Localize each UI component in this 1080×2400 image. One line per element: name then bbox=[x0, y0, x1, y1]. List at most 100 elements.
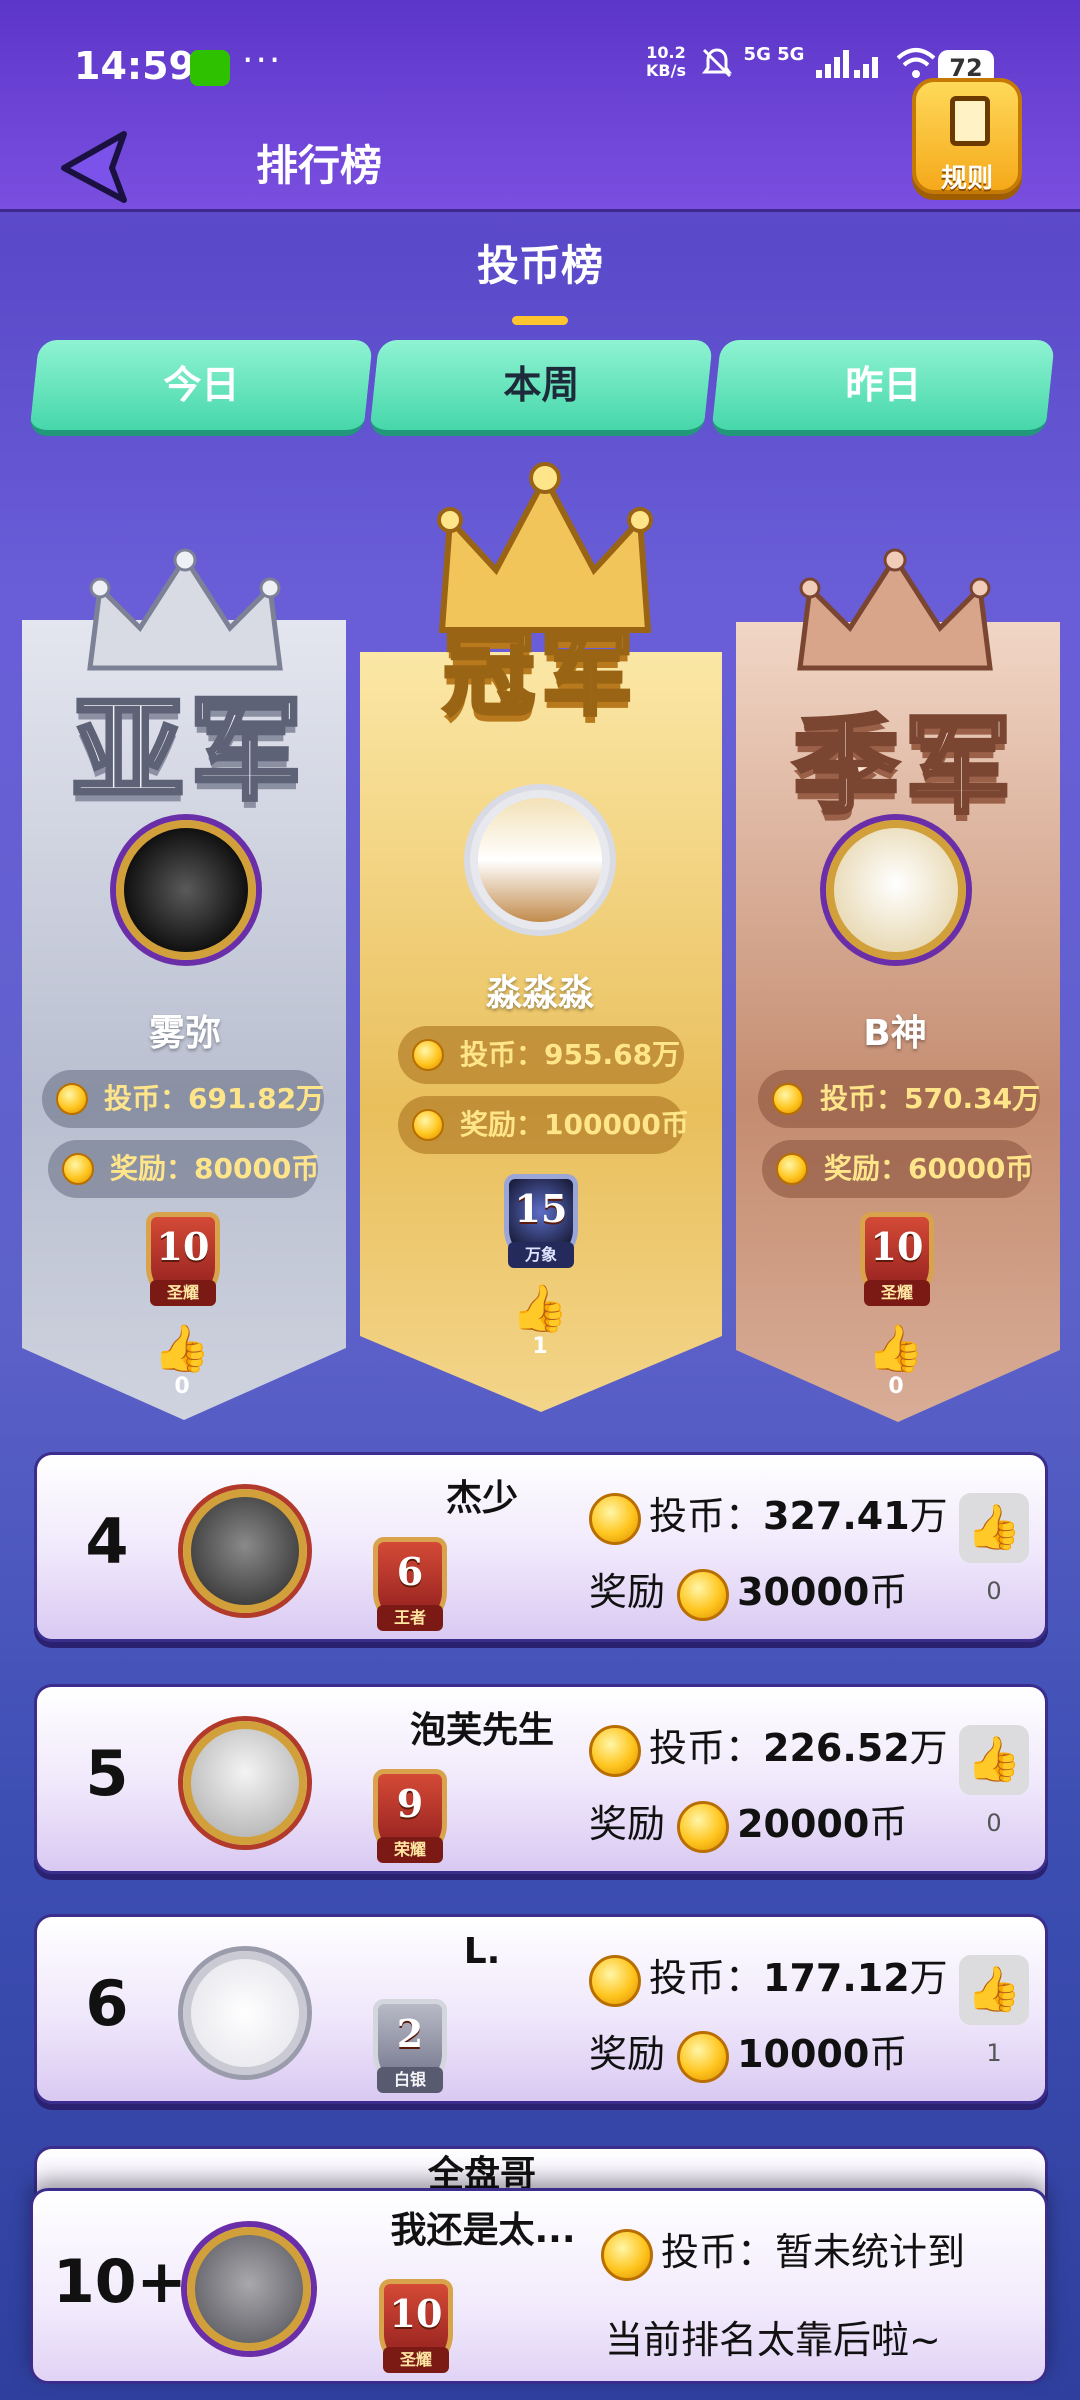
like-count: 0 bbox=[986, 1809, 1002, 1837]
coin-icon bbox=[589, 1724, 641, 1777]
thumbs-up-icon: 👍 bbox=[867, 1321, 925, 1375]
rules-document-icon bbox=[950, 96, 990, 146]
coin-icon bbox=[772, 1083, 804, 1115]
coin-icon bbox=[56, 1083, 88, 1115]
player-name-third: B神 bbox=[863, 1013, 927, 1054]
rules-button[interactable]: 规则 bbox=[912, 78, 1022, 194]
tab-this-week[interactable]: 本周 bbox=[368, 340, 714, 436]
like-button[interactable]: 👍 0 bbox=[959, 1725, 1029, 1837]
coins-line: 投币：177.12万 bbox=[589, 1947, 948, 2007]
like-count: 1 bbox=[532, 1334, 548, 1359]
avatar[interactable] bbox=[183, 1489, 307, 1613]
coins-label: 投币： bbox=[649, 1494, 764, 1538]
reward-label: 奖励 bbox=[589, 1570, 666, 1614]
level-badge-tier: 白银 bbox=[377, 2067, 443, 2093]
coin-icon bbox=[677, 1800, 730, 1853]
avatar-third[interactable] bbox=[826, 820, 966, 960]
my-level-badge: 10 圣耀 bbox=[361, 2273, 471, 2393]
rank-number: 5 bbox=[85, 1737, 129, 1810]
reward-pill-second: 奖励：80000币 bbox=[48, 1140, 320, 1198]
reward-pill-third: 奖励：60000币 bbox=[762, 1140, 1034, 1198]
thumbs-up-icon: 👍 bbox=[153, 1321, 211, 1375]
coins-value: 226.52 bbox=[763, 1726, 910, 1770]
coins-line: 投币：327.41万 bbox=[589, 1485, 948, 1545]
level-badge-second: 10 圣耀 bbox=[128, 1206, 238, 1326]
coins-value: 177.12 bbox=[763, 1956, 910, 2000]
coins-unit: 万 bbox=[909, 1726, 948, 1770]
back-arrow-icon[interactable] bbox=[54, 126, 134, 206]
thumbs-up-icon: 👍 bbox=[959, 1725, 1029, 1795]
tab-this-week-label: 本周 bbox=[503, 363, 580, 407]
level-badge: 9 荣耀 bbox=[355, 1763, 465, 1883]
reward-label: 奖励 bbox=[589, 2032, 666, 2076]
level-badge-tier: 圣耀 bbox=[864, 1280, 930, 1306]
rank-number: 4 bbox=[85, 1505, 129, 1578]
reward-text-second: 奖励：80000币 bbox=[110, 1152, 320, 1185]
reward-unit: 币 bbox=[869, 1802, 908, 1846]
player-name-second: 雾弥 bbox=[148, 1013, 221, 1054]
coin-icon bbox=[589, 1954, 641, 2007]
avatar[interactable] bbox=[183, 1951, 307, 2075]
like-button[interactable]: 👍 0 bbox=[959, 1493, 1029, 1605]
tab-today[interactable]: 今日 bbox=[28, 340, 374, 436]
rank-title-third: 季军 bbox=[791, 701, 1017, 830]
like-button-second[interactable]: 👍 0 bbox=[152, 1322, 212, 1399]
my-coins-line: 投币：暂未统计到 bbox=[601, 2221, 965, 2281]
tab-yesterday[interactable]: 昨日 bbox=[710, 340, 1056, 436]
coins-line: 投币：226.52万 bbox=[589, 1717, 948, 1777]
tab-today-label: 今日 bbox=[163, 363, 240, 407]
like-count: 0 bbox=[986, 1577, 1002, 1605]
coins-pill-third: 投币：570.34万 bbox=[758, 1070, 1040, 1128]
board-title: 投币榜 bbox=[476, 241, 603, 290]
mute-icon bbox=[702, 47, 732, 77]
reward-line: 奖励 20000币 bbox=[589, 1793, 907, 1853]
thumbs-up-icon: 👍 bbox=[511, 1281, 569, 1335]
avatar-first[interactable] bbox=[470, 790, 610, 930]
avatar-second[interactable] bbox=[116, 820, 256, 960]
reward-value: 20000 bbox=[737, 1802, 870, 1846]
net-speed-unit: KB/s bbox=[646, 61, 686, 80]
avatar[interactable] bbox=[183, 1721, 307, 1845]
reward-text-third: 奖励：60000币 bbox=[824, 1152, 1034, 1185]
reward-value: 30000 bbox=[737, 1570, 870, 1614]
list-item[interactable]: 5 泡芙先生 9 荣耀 投币：226.52万 奖励 20000币 👍 0 bbox=[34, 1684, 1048, 1874]
reward-pill-first: 奖励：100000币 bbox=[398, 1096, 689, 1154]
like-button[interactable]: 👍 1 bbox=[959, 1955, 1029, 2067]
coin-icon bbox=[776, 1153, 808, 1185]
player-name-first: 淼淼淼 bbox=[485, 973, 594, 1014]
my-rank-note: 当前排名太靠后啦~ bbox=[605, 2318, 941, 2362]
like-button-third[interactable]: 👍 0 bbox=[866, 1322, 926, 1399]
rank-title-second: 亚军 bbox=[70, 683, 308, 818]
cell-signal-label: 5G 5G bbox=[743, 44, 805, 65]
status-time: 14:59 bbox=[74, 44, 195, 88]
my-rank-row[interactable]: 10+ 我还是太... 10 圣耀 投币：暂未统计到 当前排名太靠后啦~ bbox=[30, 2188, 1048, 2384]
level-badge-first: 15 万象 bbox=[486, 1168, 596, 1288]
coins-text-first: 投币：955.68万 bbox=[460, 1038, 681, 1071]
signal-icons: 5G 5G bbox=[700, 44, 938, 80]
more-notifications-icon: ··· bbox=[242, 40, 283, 81]
like-count: 1 bbox=[986, 2039, 1002, 2067]
page-title: 排行榜 bbox=[256, 141, 383, 190]
coins-unit: 万 bbox=[909, 1494, 948, 1538]
my-avatar[interactable] bbox=[187, 2227, 311, 2351]
coins-label: 投币： bbox=[649, 1726, 764, 1770]
level-badge-number: 2 bbox=[396, 2011, 424, 2056]
cell-signal-icon bbox=[815, 49, 878, 78]
level-badge-number: 9 bbox=[396, 1781, 424, 1826]
reward-line: 奖励 30000币 bbox=[589, 1561, 907, 1621]
my-name: 我还是太... bbox=[390, 2210, 576, 2251]
bronze-crown-icon bbox=[797, 548, 993, 671]
list-item[interactable]: 6 L. 2 白银 投币：177.12万 奖励 10000币 👍 1 bbox=[34, 1914, 1048, 2104]
coin-icon bbox=[62, 1153, 94, 1185]
coin-icon bbox=[412, 1109, 444, 1141]
level-badge: 6 王者 bbox=[355, 1531, 465, 1651]
like-button-first[interactable]: 👍 1 bbox=[510, 1282, 570, 1359]
reward-value: 10000 bbox=[737, 2032, 870, 2076]
net-speed: 10.2 KB/s bbox=[646, 44, 686, 80]
level-badge-third: 10 圣耀 bbox=[842, 1206, 952, 1326]
reward-label: 奖励 bbox=[589, 1802, 666, 1846]
level-badge-tier: 圣耀 bbox=[150, 1280, 216, 1306]
reward-line: 奖励 10000币 bbox=[589, 2023, 907, 2083]
list-item[interactable]: 4 杰少 6 王者 投币：327.41万 奖励 30000币 👍 0 bbox=[34, 1452, 1048, 1642]
level-badge: 2 白银 bbox=[355, 1993, 465, 2113]
